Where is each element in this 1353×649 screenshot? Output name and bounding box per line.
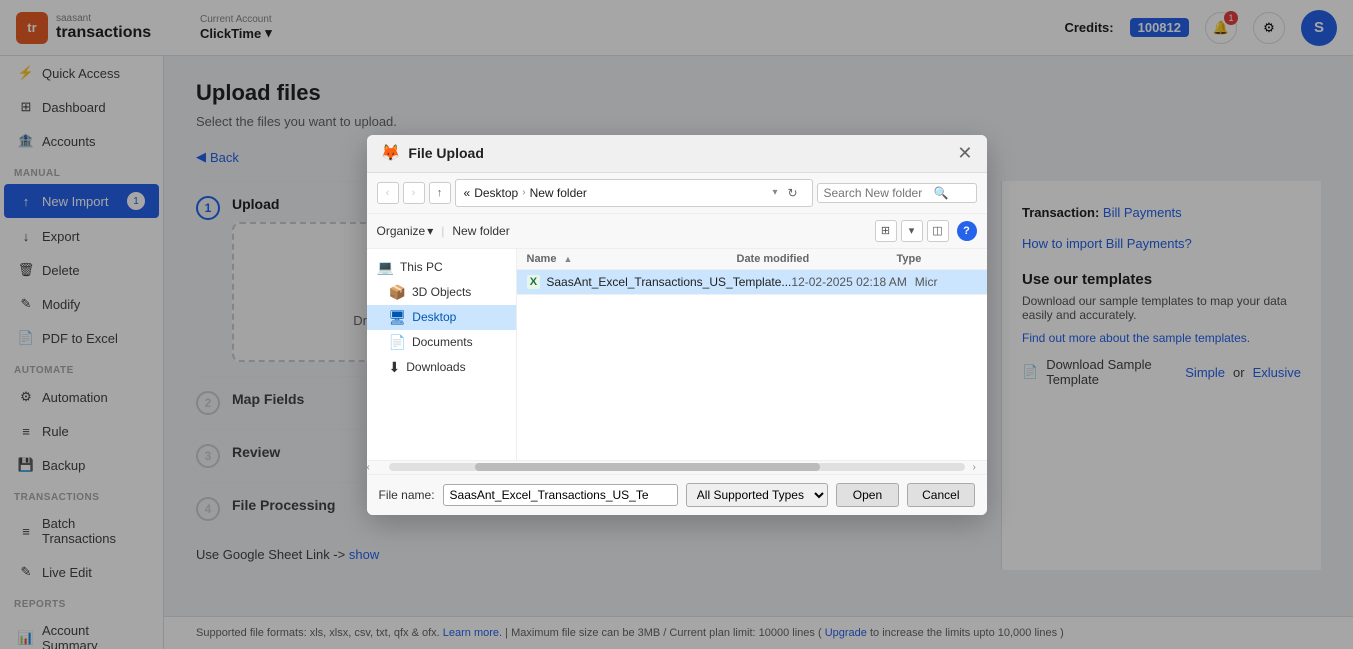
modal-sidebar-3d-objects[interactable]: 📦 3D Objects: [367, 280, 516, 305]
modal-sidebar-documents[interactable]: 📄 Documents: [367, 330, 516, 355]
modal-sidebar-this-pc[interactable]: 💻 This PC: [367, 255, 516, 280]
hscroll-thumb[interactable]: [475, 463, 821, 471]
help-button[interactable]: ?: [957, 221, 977, 241]
modal-footer: File name: All Supported Types Excel Fil…: [367, 474, 987, 515]
breadcrumb-desktop: Desktop: [474, 186, 518, 200]
filename-label: File name:: [379, 488, 435, 502]
hscroll-left-icon[interactable]: ‹: [367, 462, 381, 473]
footer-filetype: All Supported Types Excel Files CSV File…: [686, 483, 828, 507]
modal-close-button[interactable]: ✕: [957, 143, 972, 164]
hscroll-track: [389, 463, 965, 471]
search-bar: 🔍: [817, 183, 977, 203]
col-type-header: Type: [897, 253, 977, 265]
details-view-button[interactable]: ▾: [901, 220, 923, 242]
modal-firefox-icon: 🦊: [381, 143, 401, 163]
view-buttons: ⊞ ▾ ◫: [875, 220, 949, 242]
col-name-header: Name ▲: [527, 253, 737, 265]
excel-icon: X: [527, 275, 540, 289]
breadcrumb-bar[interactable]: « Desktop › New folder ▾ ↻: [455, 179, 813, 207]
sort-icon: ▲: [564, 254, 573, 264]
filetype-select[interactable]: All Supported Types Excel Files CSV File…: [686, 483, 828, 507]
desktop-icon: 🖥: [389, 309, 407, 326]
modal-overlay[interactable]: 🦊 File Upload ✕ ‹ › ↑ « Desktop › New fo…: [0, 0, 1353, 649]
modal-body: 💻 This PC 📦 3D Objects 🖥 Desktop 📄 Docum…: [367, 249, 987, 460]
forward-arrow-icon: ›: [412, 187, 416, 199]
modal-back-button[interactable]: ‹: [377, 182, 399, 204]
file-row[interactable]: X SaasAnt_Excel_Transactions_US_Template…: [517, 270, 987, 295]
open-button[interactable]: Open: [836, 483, 899, 507]
modal-toolbar: Organize ▾ | New folder ⊞ ▾ ◫ ?: [367, 214, 987, 249]
footer-filename: [443, 484, 678, 506]
filename-input[interactable]: [443, 484, 678, 506]
back-arrow-icon: ‹: [386, 187, 390, 199]
documents-icon: 📄: [389, 334, 406, 351]
breadcrumb-separator-icon: ›: [522, 187, 525, 198]
file-date-cell: 12-02-2025 02:18 AM: [791, 275, 914, 289]
file-type-cell: Micr: [915, 275, 977, 289]
breadcrumb-dropdown-icon: ▾: [772, 187, 777, 198]
col-date-header: Date modified: [737, 253, 897, 265]
refresh-button[interactable]: ↻: [782, 182, 804, 204]
modal-forward-button[interactable]: ›: [403, 182, 425, 204]
search-input[interactable]: [824, 186, 934, 200]
breadcrumb-arrow-icon: «: [464, 186, 471, 200]
modal-file-area: Name ▲ Date modified Type X SaasAnt_Exce…: [517, 249, 987, 460]
downloads-icon: ⬇: [389, 359, 401, 376]
organize-dropdown-icon: ▾: [427, 224, 433, 238]
new-folder-button[interactable]: New folder: [452, 224, 509, 238]
3d-objects-icon: 📦: [389, 284, 406, 301]
this-pc-icon: 💻: [377, 259, 394, 276]
modal-hscroll: ‹ ›: [367, 460, 987, 474]
modal-up-button[interactable]: ↑: [429, 182, 451, 204]
breadcrumb-newfolder: New folder: [530, 186, 587, 200]
modal-sidebar-desktop[interactable]: 🖥 Desktop: [367, 305, 516, 330]
file-name-cell: SaasAnt_Excel_Transactions_US_Template..…: [546, 275, 791, 289]
preview-toggle-button[interactable]: ◫: [927, 220, 949, 242]
hscroll-right-icon[interactable]: ›: [973, 462, 987, 473]
modal-nav: ‹ › ↑ « Desktop › New folder ▾ ↻ 🔍: [367, 173, 987, 214]
organize-button[interactable]: Organize ▾: [377, 224, 434, 238]
file-upload-modal: 🦊 File Upload ✕ ‹ › ↑ « Desktop › New fo…: [367, 135, 987, 515]
modal-title: File Upload: [408, 145, 957, 161]
cancel-button[interactable]: Cancel: [907, 483, 974, 507]
file-table-header: Name ▲ Date modified Type: [517, 249, 987, 270]
modal-sidebar-downloads[interactable]: ⬇ Downloads: [367, 355, 516, 380]
up-arrow-icon: ↑: [437, 187, 443, 199]
list-view-button[interactable]: ⊞: [875, 220, 897, 242]
modal-titlebar: 🦊 File Upload ✕: [367, 135, 987, 173]
search-icon: 🔍: [934, 186, 949, 200]
modal-sidebar: 💻 This PC 📦 3D Objects 🖥 Desktop 📄 Docum…: [367, 249, 517, 460]
file-icon: X: [527, 275, 541, 289]
